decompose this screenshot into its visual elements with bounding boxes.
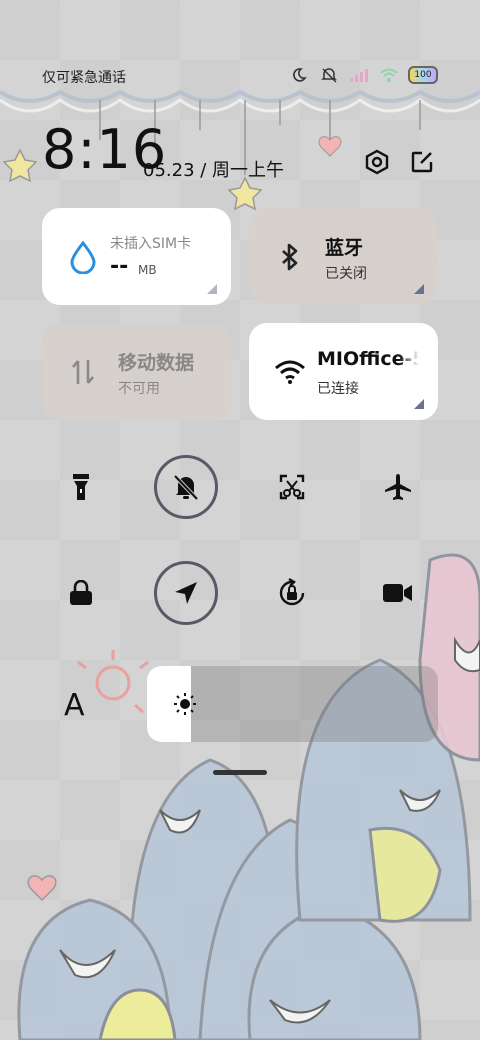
rotation-lock-button[interactable] <box>260 561 324 625</box>
battery-icon: 100 <box>408 66 438 84</box>
settings-button[interactable] <box>361 146 393 178</box>
bluetooth-status: 已关闭 <box>325 266 367 282</box>
mobile-data-arrows-icon <box>64 353 102 391</box>
wifi-title: MIOffice-5G <box>317 348 419 370</box>
tile-expand-corner <box>414 399 424 409</box>
status-bar: 仅可紧急通话 100 <box>0 58 480 94</box>
rotation-lock-icon <box>279 577 305 606</box>
lock-screen-button[interactable] <box>49 561 113 625</box>
data-usage-tile[interactable]: 未插入SIM卡 -- MB <box>42 208 231 305</box>
tile-expand-corner <box>207 284 217 294</box>
airplane-icon <box>385 474 411 500</box>
mobile-data-tile[interactable]: 移动数据 不可用 <box>42 323 231 420</box>
location-icon <box>175 582 197 604</box>
edit-icon <box>411 151 433 173</box>
bluetooth-tile[interactable]: 蓝牙 已关闭 <box>249 208 438 305</box>
mobile-data-status: 不可用 <box>118 381 160 397</box>
bluetooth-title: 蓝牙 <box>325 237 364 259</box>
data-usage-value: -- <box>110 254 129 279</box>
water-drop-icon <box>64 238 102 276</box>
signal-icon <box>348 64 370 86</box>
wifi-icon <box>271 353 309 391</box>
mute-bell-button[interactable] <box>154 455 218 519</box>
screenshot-icon <box>279 474 305 500</box>
moon-icon <box>288 64 310 86</box>
video-icon <box>383 584 412 602</box>
carrier-text: 仅可紧急通话 <box>42 70 126 86</box>
screen-record-button[interactable] <box>366 561 430 625</box>
edit-button[interactable] <box>406 146 438 178</box>
mobile-data-title: 移动数据 <box>118 352 195 374</box>
wifi-tile[interactable]: MIOffice-5G 已连接 <box>249 323 438 420</box>
date-text: 05.23 / 周一上午 <box>143 160 285 181</box>
status-icons: 100 <box>288 64 438 86</box>
flashlight-icon <box>73 474 89 500</box>
mute-bell-icon <box>173 474 199 501</box>
settings-hex-icon <box>365 149 389 175</box>
data-usage-title: 未插入SIM卡 <box>110 236 192 252</box>
auto-brightness-A-icon[interactable]: A <box>64 688 85 723</box>
data-usage-unit: MB <box>138 263 157 277</box>
location-button[interactable] <box>154 561 218 625</box>
wifi-icon <box>378 64 400 86</box>
mute-icon <box>318 64 340 86</box>
screenshot-button[interactable] <box>260 455 324 519</box>
tile-expand-corner <box>414 284 424 294</box>
brightness-slider[interactable] <box>147 666 438 742</box>
bluetooth-icon <box>271 238 309 276</box>
drag-handle[interactable] <box>213 770 267 775</box>
wifi-status: 已连接 <box>317 381 359 397</box>
lock-icon <box>70 580 92 605</box>
flashlight-button[interactable] <box>49 455 113 519</box>
airplane-button[interactable] <box>366 455 430 519</box>
sun-icon <box>174 693 196 715</box>
